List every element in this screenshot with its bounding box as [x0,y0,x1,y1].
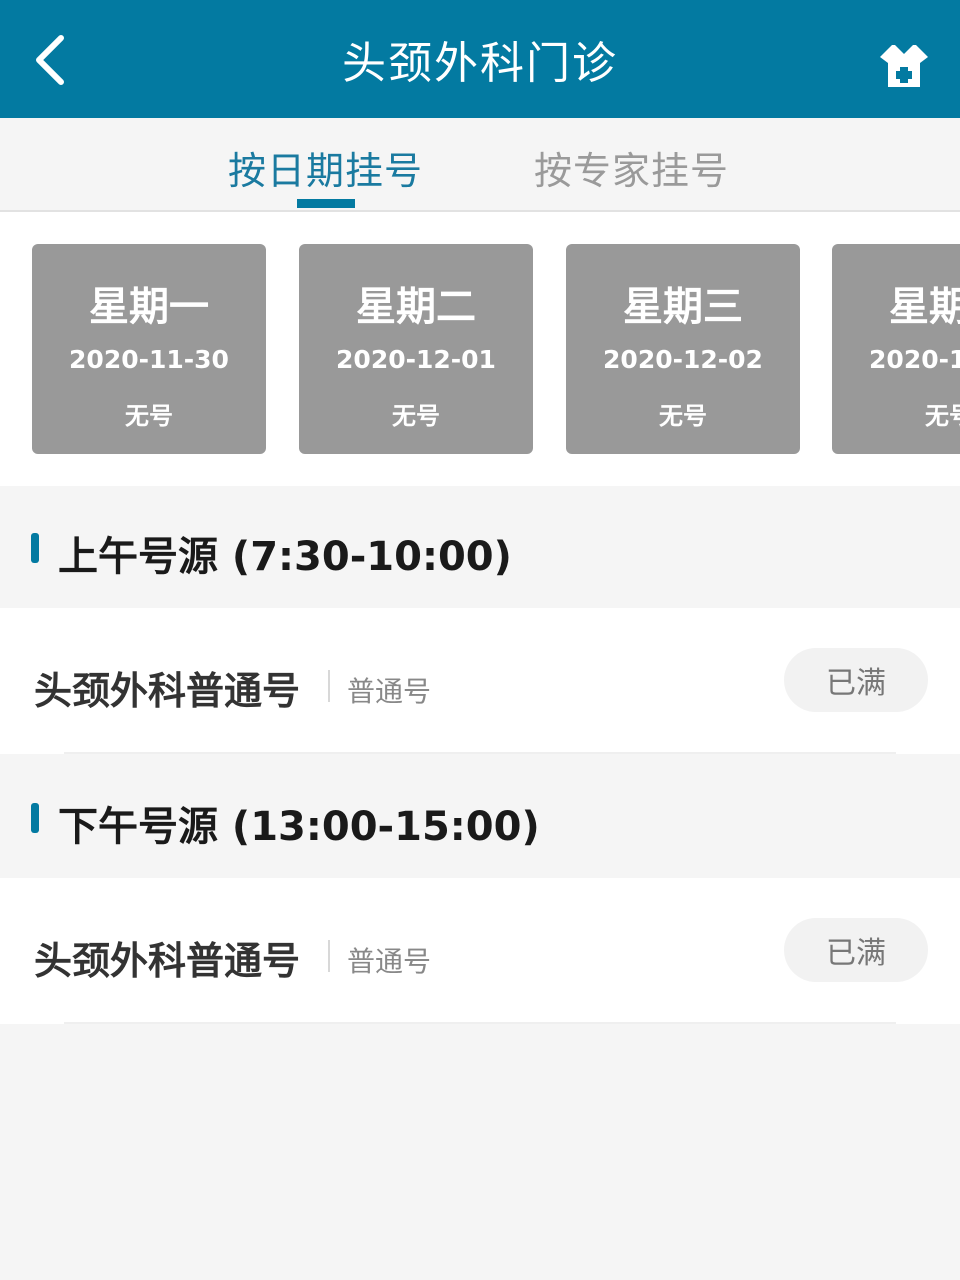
day-availability: 无号 [392,402,440,430]
slot-name: 头颈外科普通号 [34,939,301,983]
day-date: 2020-12-02 [603,345,763,374]
day-availability: 无号 [925,402,960,430]
slot-name: 头颈外科普通号 [34,669,301,713]
slot-row[interactable]: 头颈外科普通号 普通号 已满 [0,878,960,1024]
morning-section-header: 上午号源 (7:30-10:00) [0,488,960,608]
row-separator [64,1022,896,1024]
slot-divider [328,940,330,972]
day-card[interactable]: 星期三 2020-12-02 无号 [566,244,800,454]
section-title: 上午号源 (7:30-10:00) [58,534,512,580]
slot-status-button[interactable]: 已满 [784,648,928,712]
day-date: 2020-12-01 [336,345,496,374]
section-accent-bar [31,533,39,563]
day-card[interactable]: 星期二 2020-12-01 无号 [299,244,533,454]
day-weekday: 星期三 [623,284,743,330]
day-date: 2020-12-03 [869,345,960,374]
section-title: 下午号源 (13:00-15:00) [58,804,540,850]
day-card[interactable]: 星期四 2020-12-03 无号 [832,244,960,454]
day-card[interactable]: 星期一 2020-11-30 无号 [32,244,266,454]
slot-divider [328,670,330,702]
top-bar: 头颈外科门诊 [0,0,960,118]
page-title: 头颈外科门诊 [342,38,618,89]
day-weekday: 星期二 [356,284,476,330]
day-date: 2020-11-30 [69,345,229,374]
day-weekday: 星期一 [89,284,209,330]
slot-type: 普通号 [347,675,432,708]
date-selector[interactable]: 星期一 2020-11-30 无号 星期二 2020-12-01 无号 星期三 … [0,212,960,486]
day-availability: 无号 [659,402,707,430]
back-button[interactable] [22,30,78,90]
section-accent-bar [31,803,39,833]
day-weekday: 星期四 [889,284,960,330]
tab-by-date[interactable]: 按日期挂号 [228,140,423,195]
afternoon-section-header: 下午号源 (13:00-15:00) [0,758,960,878]
registration-page: 头颈外科门诊 按日期挂号 按专家挂号 星期一 2020-11-30 无号 星期二… [0,0,960,1280]
slot-status-button[interactable]: 已满 [784,918,928,982]
tab-by-expert[interactable]: 按专家挂号 [534,140,729,195]
slot-type: 普通号 [347,945,432,978]
active-tab-indicator [297,199,355,208]
chevron-left-icon [36,35,64,85]
day-availability: 无号 [125,402,173,430]
hospital-home-icon [880,45,928,87]
slot-row[interactable]: 头颈外科普通号 普通号 已满 [0,608,960,754]
row-separator [64,752,896,754]
hospital-home-button[interactable] [874,36,934,94]
registration-tabs: 按日期挂号 按专家挂号 [0,118,960,212]
